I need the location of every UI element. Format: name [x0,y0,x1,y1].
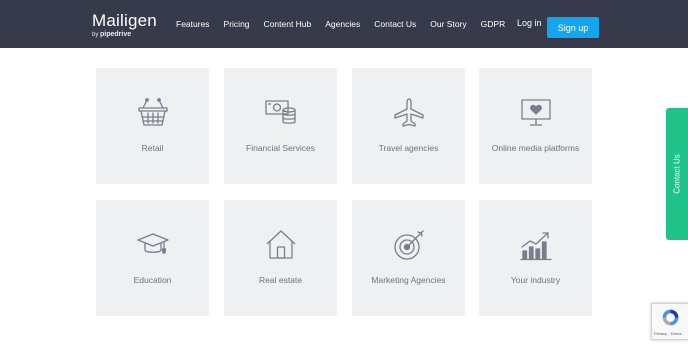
industry-label: Your industry [510,275,561,285]
monitor-heart-icon [519,96,553,130]
contact-us-side-tab[interactable]: Contact Us [666,108,688,240]
signup-button[interactable]: Sign up [547,17,599,38]
industry-label: Real estate [259,275,302,285]
industry-card-travel-agencies[interactable]: Travel agencies [352,68,465,184]
top-navbar: Mailigen by pipedrive Features Pricing C… [0,0,688,48]
industry-label: Travel agencies [378,143,439,153]
industry-label: Financial Services [246,143,315,153]
industry-label: Retail [141,143,164,153]
industry-card-online-media-platforms[interactable]: Online media platforms [479,68,592,184]
industry-card-financial-services[interactable]: Financial Services [224,68,337,184]
nav-link-pricing[interactable]: Pricing [224,19,250,29]
industry-card-real-estate[interactable]: Real estate [224,200,337,316]
login-link[interactable]: Log in [517,18,542,28]
money-icon [264,96,298,130]
nav-link-features[interactable]: Features [176,19,210,29]
contact-tab-label: Contact Us [672,154,682,194]
logo-byline: by pipedrive [92,31,132,38]
industry-label: Marketing Agencies [371,275,446,285]
industry-card-retail[interactable]: Retail [96,68,209,184]
growth-chart-icon [519,228,553,262]
target-icon [392,228,426,262]
nav-link-our-story[interactable]: Our Story [430,19,466,29]
recaptcha-text[interactable]: Privacy - Terms [654,331,681,336]
basket-icon [136,96,170,130]
logo-text: Mailigen [92,11,157,30]
airplane-icon [392,96,426,130]
recaptcha-badge[interactable]: Privacy - Terms [651,303,688,340]
nav-link-content-hub[interactable]: Content Hub [264,19,312,29]
industry-card-your-industry[interactable]: Your industry [479,200,592,316]
nav-link-gdpr[interactable]: GDPR [481,19,506,29]
nav-link-agencies[interactable]: Agencies [325,19,360,29]
recaptcha-icon [662,309,679,326]
main-nav: Features Pricing Content Hub Agencies Co… [176,0,519,48]
industry-label: Education [133,275,172,285]
mailigen-logo[interactable]: Mailigen by pipedrive [92,11,157,38]
industry-card-education[interactable]: Education [96,200,209,316]
industry-label: Online media platforms [491,143,580,153]
industries-grid: Retail Financial Services Travel agencie… [96,68,592,318]
industry-card-marketing-agencies[interactable]: Marketing Agencies [352,200,465,316]
house-icon [264,228,298,262]
nav-link-contact-us[interactable]: Contact Us [374,19,416,29]
graduation-cap-icon [136,228,170,262]
